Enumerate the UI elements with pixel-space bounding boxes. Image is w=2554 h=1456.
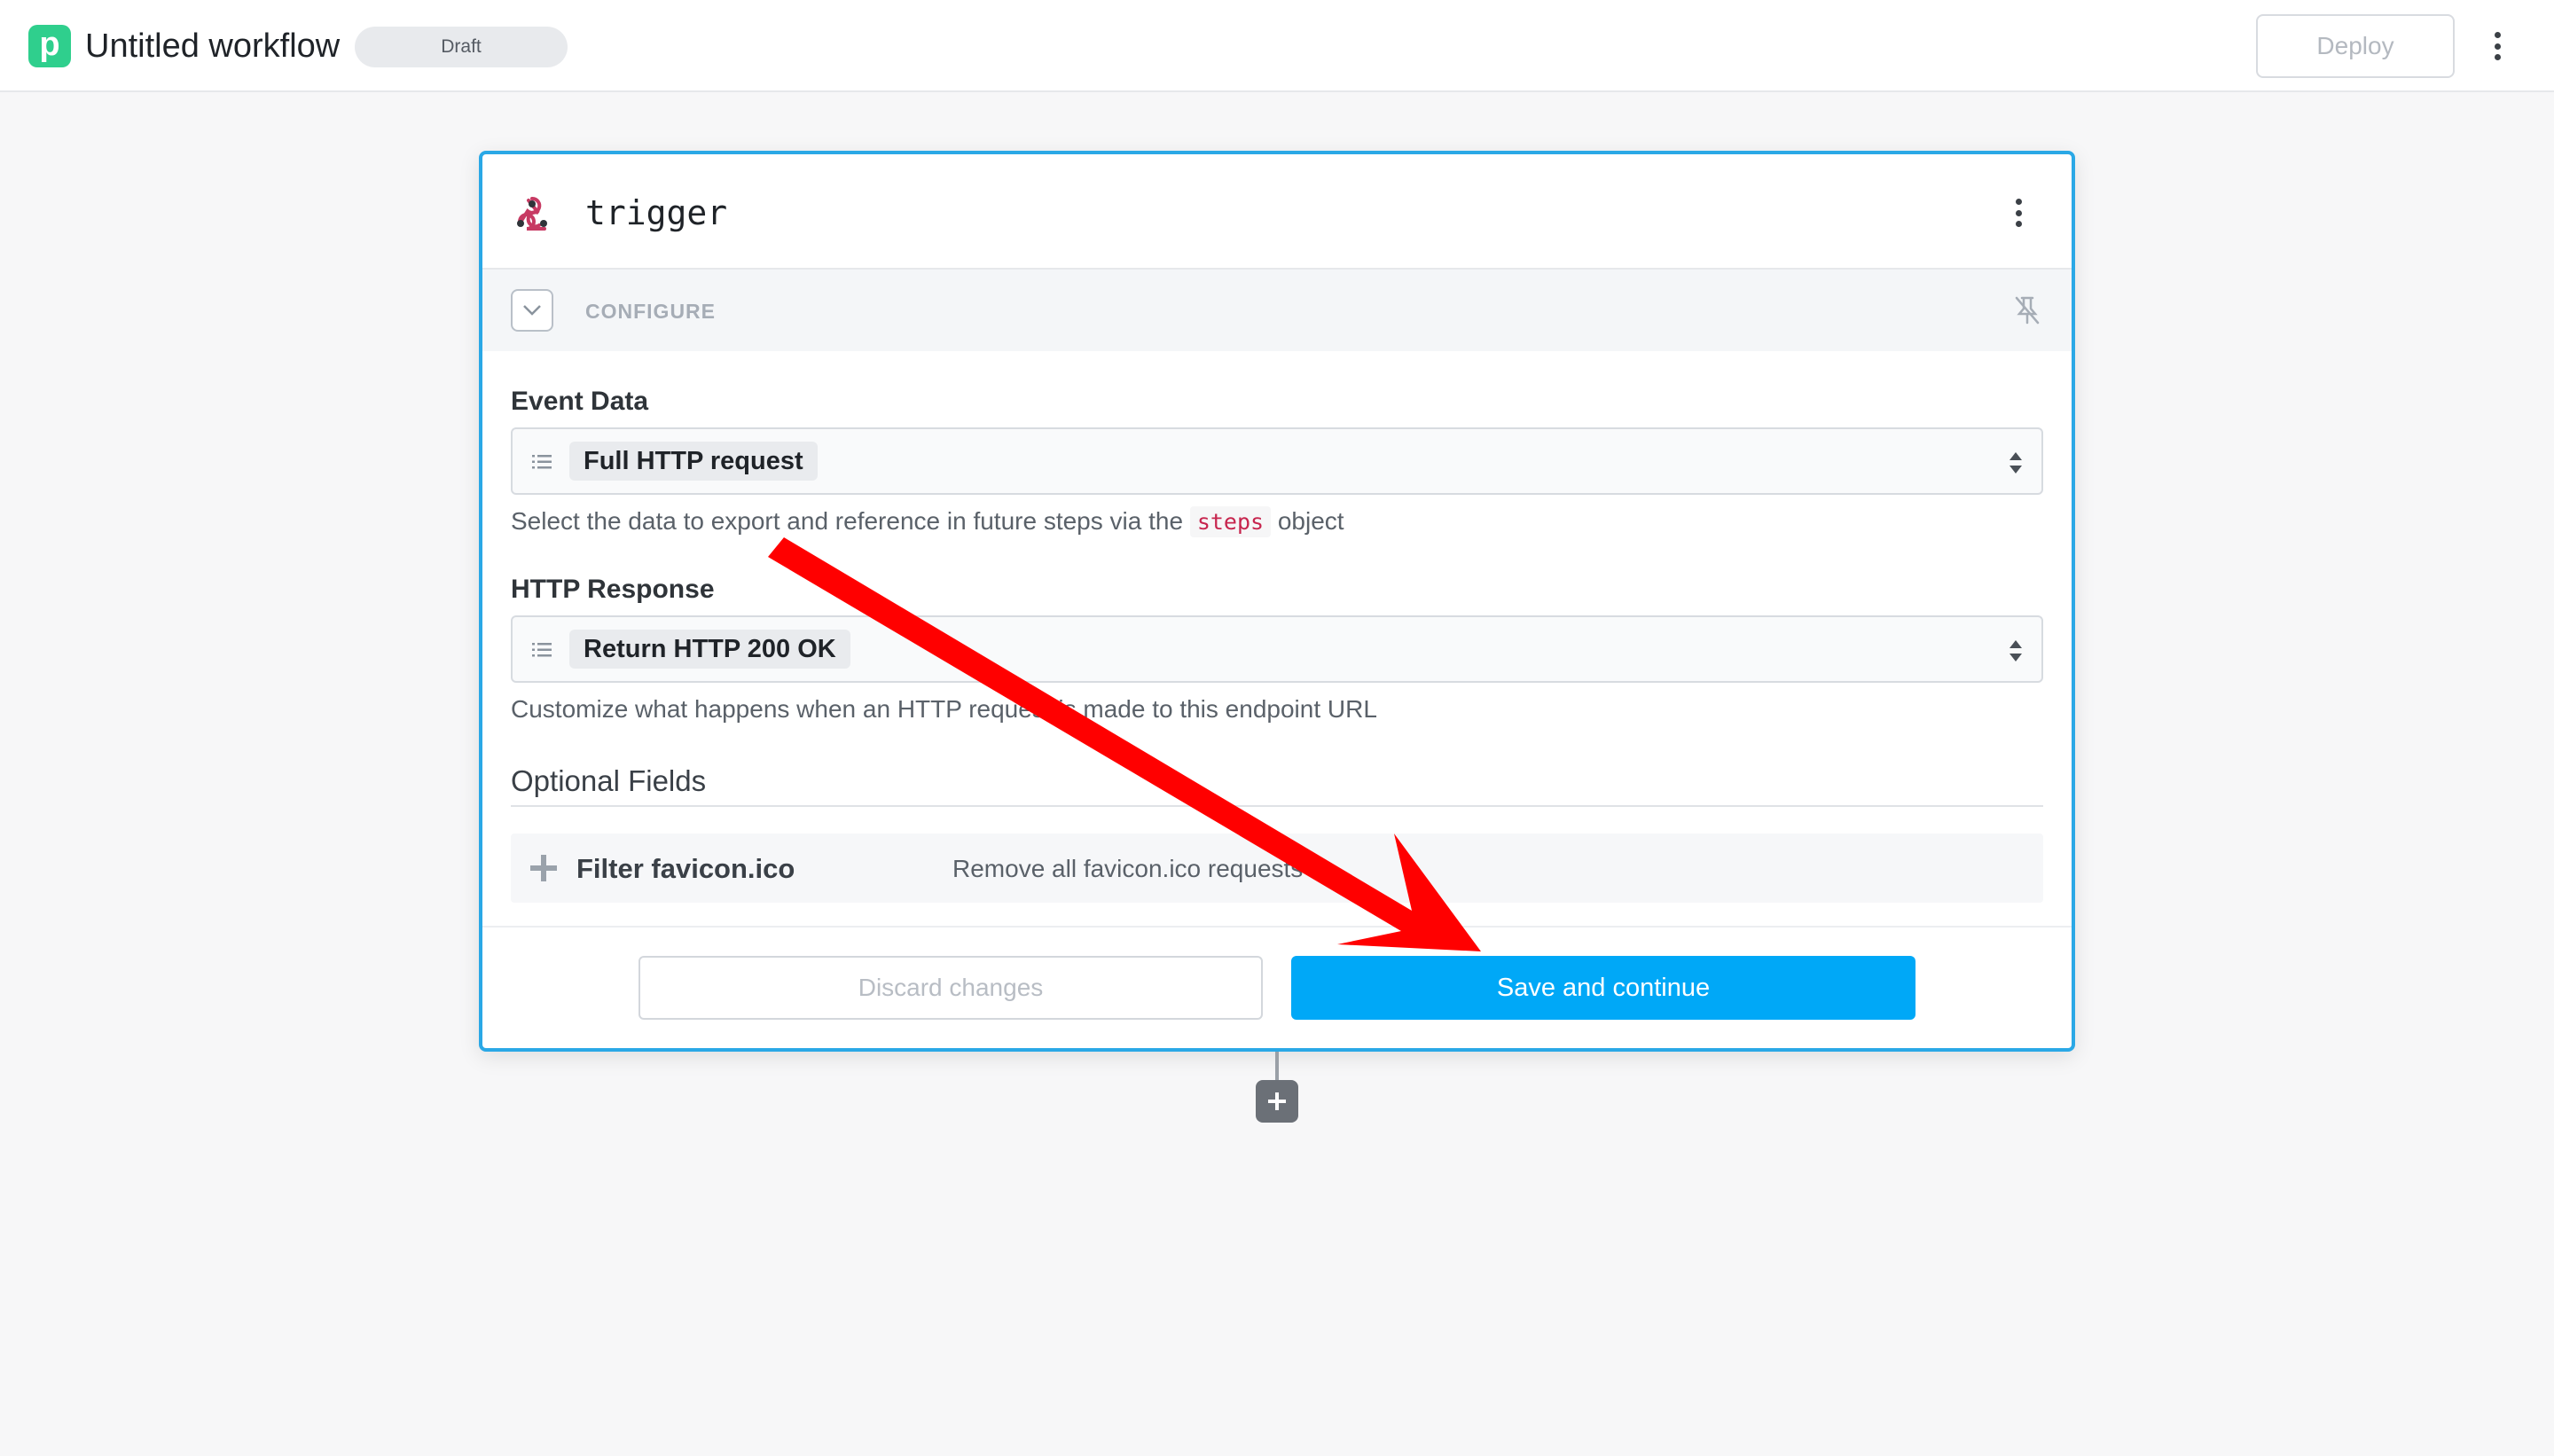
webhook-icon — [517, 197, 547, 231]
deploy-button[interactable]: Deploy — [2256, 14, 2455, 78]
event-data-select[interactable]: Full HTTP request — [511, 427, 2043, 495]
logo-letter: p — [39, 26, 60, 63]
chevron-down-icon — [523, 305, 541, 316]
event-data-label: Event Data — [511, 387, 649, 416]
workflow-title[interactable]: Untitled workflow — [85, 27, 340, 66]
steps-code: steps — [1189, 506, 1272, 537]
list-icon — [532, 455, 552, 469]
optional-field-filter-favicon[interactable]: Filter favicon.ico Remove all favicon.ic… — [511, 834, 2043, 903]
sort-updown-icon — [2010, 640, 2022, 661]
event-data-help: Select the data to export and reference … — [511, 506, 1344, 537]
http-response-selected-value: Return HTTP 200 OK — [569, 630, 850, 669]
optional-field-description: Remove all favicon.ico requests — [952, 855, 1304, 882]
configure-label: CONFIGURE — [585, 300, 716, 323]
app-logo[interactable]: p — [28, 25, 71, 67]
list-icon — [532, 643, 552, 657]
plus-icon — [1268, 1092, 1286, 1110]
step-header: trigger — [482, 154, 2072, 270]
kebab-menu-icon[interactable] — [2488, 32, 2506, 60]
plus-icon[interactable] — [530, 855, 557, 881]
http-response-select[interactable]: Return HTTP 200 OK — [511, 615, 2043, 683]
divider — [511, 805, 2043, 807]
event-data-help-suffix: object — [1277, 507, 1344, 535]
optional-fields-title: Optional Fields — [511, 764, 707, 797]
http-response-label: HTTP Response — [511, 575, 715, 604]
step-title[interactable]: trigger — [585, 193, 727, 232]
event-data-help-text: Select the data to export and reference … — [511, 507, 1184, 535]
step-menu-kebab-icon[interactable] — [2010, 199, 2027, 227]
save-and-continue-button[interactable]: Save and continue — [1291, 956, 1916, 1020]
event-data-selected-value: Full HTTP request — [569, 442, 818, 481]
optional-field-name[interactable]: Filter favicon.ico — [576, 853, 795, 885]
trigger-step-card: trigger CONFIGURE Event Data Full HTTP r… — [479, 151, 2075, 1052]
collapse-toggle[interactable] — [511, 289, 553, 332]
http-response-help: Customize what happens when an HTTP requ… — [511, 695, 1377, 723]
sort-updown-icon — [2010, 452, 2022, 474]
add-step-button[interactable] — [1256, 1080, 1298, 1123]
status-badge: Draft — [355, 27, 568, 67]
discard-changes-button[interactable]: Discard changes — [638, 956, 1263, 1020]
card-footer: Discard changes Save and continue — [482, 926, 2072, 1048]
configure-bar[interactable]: CONFIGURE — [482, 270, 2072, 351]
top-bar: p Untitled workflow Draft Deploy — [0, 0, 2554, 92]
pin-off-icon[interactable] — [2010, 293, 2045, 328]
step-connector — [1275, 1052, 1279, 1082]
